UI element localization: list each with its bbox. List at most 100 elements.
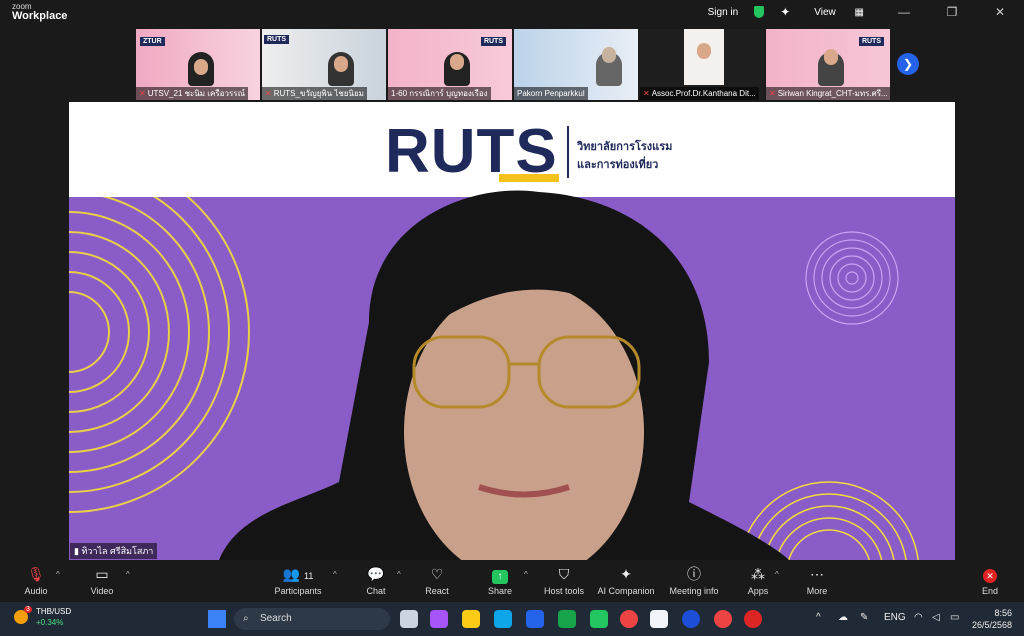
notification-badge: 3: [24, 606, 32, 613]
participant-name: ✕ Siriwan Kingrat_CHT-มทร.ศรี...: [766, 87, 890, 100]
participant-name: Pakorn Penparkkul: [514, 87, 588, 100]
mic-muted-icon: ✕: [769, 89, 776, 98]
participant-strip: ZTUR ✕ UTSV_21 ชะนิม เครือวรรณ์ RUTS ✕ RUT…: [136, 29, 896, 101]
grid-icon: ▦: [854, 6, 864, 18]
volume-icon[interactable]: ◁: [932, 612, 940, 623]
pen-icon[interactable]: ✎: [860, 612, 868, 623]
shield-icon[interactable]: [754, 6, 765, 18]
participant-tile[interactable]: ZTUR ✕ UTSV_21 ชะนิม เครือวรรณ์: [136, 29, 260, 100]
participant-tile[interactable]: ✕ Assoc.Prof.Dr.Kanthana Dit...: [640, 29, 764, 100]
view-button[interactable]: View ▦: [806, 7, 872, 18]
clock[interactable]: 8:56 26/5/2568: [972, 607, 1012, 631]
participant-face: [602, 47, 616, 63]
next-page-button[interactable]: ❯: [897, 53, 919, 75]
search-placeholder: Search: [260, 613, 292, 624]
participant-tile[interactable]: RUTS 1-60 กรรณิการ์ บุญทองเรือง: [388, 29, 512, 100]
onedrive-icon[interactable]: ☁: [838, 612, 848, 623]
participant-tile[interactable]: RUTS ✕ Siriwan Kingrat_CHT-มทร.ศรี...: [766, 29, 890, 100]
wifi-icon[interactable]: ◠: [914, 612, 923, 623]
copilot-icon[interactable]: [430, 610, 448, 628]
speaker-name-label: ▮ ทิวาไล ศรีสิมโสภา: [70, 543, 158, 559]
share-options-caret[interactable]: ^: [524, 570, 528, 579]
participant-face: [824, 49, 838, 65]
windows-start-icon[interactable]: [208, 610, 226, 628]
chat-options-caret[interactable]: ^: [397, 570, 401, 579]
meeting-toolbar: 🎙 Audio ^ ▭ Video ^ 👥 11 Participants ^ …: [0, 560, 1024, 602]
audio-button[interactable]: 🎙 Audio: [6, 564, 66, 596]
participant-face: [697, 43, 711, 59]
info-icon: ⓘ: [687, 566, 701, 582]
app-logo-bottom: Workplace: [12, 10, 68, 22]
tile-logo: RUTS: [480, 37, 506, 46]
share-button[interactable]: ↑ Share: [470, 564, 530, 596]
react-button[interactable]: ♡ React: [407, 564, 467, 596]
clock-time: 8:56: [994, 608, 1012, 618]
minimize-icon[interactable]: —: [888, 5, 920, 19]
search-icon: ⌕: [243, 613, 249, 624]
line-icon[interactable]: [590, 610, 608, 628]
chevron-up-icon[interactable]: ^: [816, 612, 821, 623]
participants-options-caret[interactable]: ^: [333, 570, 337, 579]
chrome-profile-icon[interactable]: [714, 610, 732, 628]
zoom-icon[interactable]: [682, 610, 700, 628]
more-button[interactable]: ⋯ More: [787, 564, 847, 596]
participant-name: ✕ Assoc.Prof.Dr.Kanthana Dit...: [640, 87, 759, 100]
ai-companion-button[interactable]: ✦ AI Companion: [596, 564, 656, 596]
participants-count: 11: [303, 571, 314, 581]
sparkle-icon: ✦: [620, 566, 632, 582]
share-icon: ↑: [470, 564, 530, 584]
participant-face: [450, 54, 464, 70]
participant-name: ✕ UTSV_21 ชะนิม เครือวรรณ์: [136, 87, 248, 100]
speaker-video: RUTS วิทยาลัยการโรงแรม และการท่องเที่ยว …: [69, 102, 955, 560]
word-icon[interactable]: [526, 610, 544, 628]
camera-icon: ▭: [95, 566, 109, 582]
apps-icon: ⁂: [751, 566, 765, 582]
taskbar-search[interactable]: ⌕ Search: [234, 608, 390, 630]
heart-icon: ♡: [430, 566, 444, 582]
tile-logo: RUTS: [264, 35, 290, 44]
close-icon[interactable]: ✕: [984, 5, 1016, 19]
stocks-widget[interactable]: THB/USD +0.34%: [36, 606, 71, 628]
battery-icon[interactable]: ▭: [950, 612, 959, 623]
participants-icon: 👥 11: [282, 566, 314, 582]
mic-muted-icon: ✕: [265, 89, 272, 98]
app-icon[interactable]: [650, 610, 668, 628]
os-taskbar: 3 THB/USD +0.34% ⌕ Search ^ ☁ ✎ ENG ◠ ◁ …: [0, 602, 1024, 636]
clock-date: 26/5/2568: [971, 620, 1012, 630]
edge-icon[interactable]: [494, 610, 512, 628]
language-indicator[interactable]: ENG: [884, 612, 906, 623]
end-icon: ✕: [960, 564, 1020, 584]
participant-face: [334, 56, 348, 72]
mic-muted-icon: ✕: [139, 89, 146, 98]
audio-options-caret[interactable]: ^: [56, 570, 60, 579]
view-label: View: [814, 6, 836, 18]
powerpoint-icon[interactable]: [744, 610, 762, 628]
file-explorer-icon[interactable]: [462, 610, 480, 628]
currency-change: +0.34%: [36, 618, 64, 627]
chevron-right-icon: ❯: [902, 57, 914, 71]
apps-options-caret[interactable]: ^: [775, 570, 779, 579]
shield-icon: ⛉: [558, 566, 570, 582]
chrome-icon[interactable]: [620, 610, 638, 628]
excel-icon[interactable]: [558, 610, 576, 628]
participant-name: ✕ RUTS_ขวัญยุพิน ไชยนิยม: [262, 87, 367, 100]
apps-button[interactable]: ⁂ Apps: [728, 564, 788, 596]
participant-tile[interactable]: Pakorn Penparkkul: [514, 29, 638, 100]
host-tools-button[interactable]: ⛉ Host tools: [534, 564, 594, 596]
participants-button[interactable]: 👥 11 Participants: [268, 564, 328, 596]
chat-button[interactable]: 💬 Chat: [346, 564, 406, 596]
sparkle-icon[interactable]: ✦: [780, 5, 790, 19]
sign-in-link[interactable]: Sign in: [708, 7, 739, 18]
tile-logo: ZTUR: [140, 37, 165, 46]
speaker-silhouette: [219, 190, 789, 560]
restore-icon[interactable]: ❐: [936, 5, 968, 19]
end-button[interactable]: ✕ End: [960, 564, 1020, 596]
video-button[interactable]: ▭ Video: [72, 564, 132, 596]
task-view-icon[interactable]: [400, 610, 418, 628]
video-options-caret[interactable]: ^: [126, 570, 130, 579]
participant-tile[interactable]: RUTS ✕ RUTS_ขวัญยุพิน ไชยนิยม: [262, 29, 386, 100]
title-bar: zoom Workplace Sign in ✦ View ▦ — ❐ ✕: [0, 0, 1024, 26]
more-icon: ⋯: [810, 566, 824, 582]
participant-name: 1-60 กรรณิการ์ บุญทองเรือง: [388, 87, 491, 100]
meeting-info-button[interactable]: ⓘ Meeting info: [664, 564, 724, 596]
